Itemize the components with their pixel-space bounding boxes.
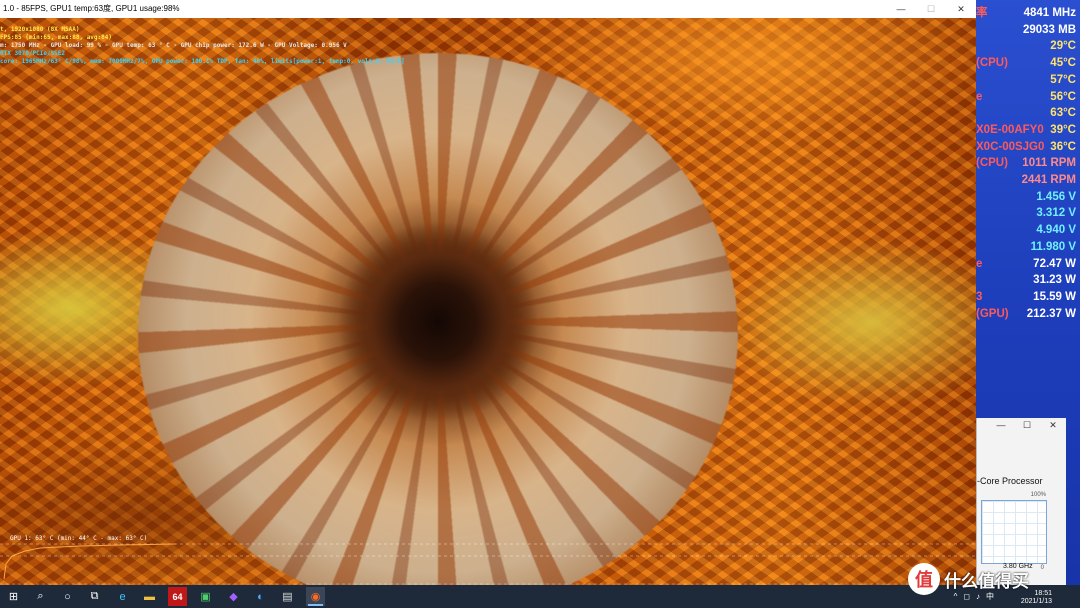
maximize-button[interactable]: ☐ <box>1014 420 1040 431</box>
hw-row-label: e <box>976 90 983 103</box>
hw-row-value: 2441 RPM <box>1021 174 1076 186</box>
hw-row-value: 72.47 W <box>1033 257 1076 270</box>
hw-row: e 72.47 W <box>976 256 1080 273</box>
fur-donut-render <box>138 53 738 585</box>
hw-row: 63°C <box>976 105 1080 122</box>
hw-row: (GPU) 212.37 W <box>976 306 1080 323</box>
hw-row-label: X0C-00SJG0 <box>976 140 1045 153</box>
graph-max-label: 100% <box>1030 492 1046 498</box>
hw-row-label: X0E-00AFY0 <box>976 123 1044 136</box>
hw-row: 2441 RPM <box>976 172 1080 189</box>
hw-row: 31.23 W <box>976 272 1080 289</box>
app-icon[interactable]: ◆ <box>224 587 243 606</box>
hw-row-value: 29°C <box>1050 40 1076 53</box>
graph-min-label: 0 <box>1040 565 1044 571</box>
processor-title: -Core Processor <box>977 476 1043 486</box>
hw-row: 29033 MB <box>976 22 1080 39</box>
hw-row-value: 39°C <box>1050 123 1076 136</box>
hw-row: (CPU) 1011 RPM <box>976 155 1080 172</box>
hw-row-value: 212.37 W <box>1026 307 1076 320</box>
hw-row-label: (CPU) <box>976 57 1008 70</box>
hw-row-value: 1.456 V <box>1036 190 1076 203</box>
hw-row-label: (GPU) <box>976 307 1009 320</box>
hw-row-value: 36°C <box>1050 140 1076 153</box>
start-button[interactable]: ⊞ <box>4 587 23 606</box>
file-explorer-icon[interactable]: ▬ <box>140 587 159 606</box>
benchmark-overlay: t, 1920x1080 (8X MSAA) FPS:85 (min:65, m… <box>0 26 405 66</box>
hw-row-value: 57°C <box>1050 73 1076 86</box>
hw-row: 4.940 V <box>976 222 1080 239</box>
watermark: 值 什么值得买 <box>908 563 1029 595</box>
hw-row-value: 45°C <box>1050 57 1076 70</box>
task-view-icon[interactable]: ⧉ <box>85 587 104 606</box>
hw-row-value: 31.23 W <box>1033 274 1076 287</box>
clock-date: 2021/1/13 <box>1020 598 1052 605</box>
hw-row-value: 1011 RPM <box>1022 157 1076 170</box>
gpu-graph-label: GPU 1: 63° C (min: 44° C - max: 63° C) <box>10 535 148 542</box>
hw-row-value: 11.980 V <box>1030 240 1076 253</box>
close-button[interactable]: ✕ <box>1040 420 1066 431</box>
window-titlebar[interactable]: 1.0 - 85FPS, GPU1 temp:63度, GPU1 usage:9… <box>0 0 976 18</box>
hw-row: 3 15.59 W <box>976 289 1080 306</box>
hw-row-value: 3.312 V <box>1036 207 1076 220</box>
hw-row-value: 29033 MB <box>1022 23 1076 36</box>
cortana-icon[interactable]: ○ <box>58 587 77 606</box>
overlay-resolution: t, 1920x1080 (8X MSAA) <box>0 26 80 33</box>
app-icon[interactable]: ▤ <box>278 587 297 606</box>
close-button[interactable]: ✕ <box>946 0 976 18</box>
window-title: 1.0 - 85FPS, GPU1 temp:63度, GPU1 usage:9… <box>3 4 180 13</box>
cpu-usage-graph <box>981 500 1047 564</box>
aida64-icon[interactable]: 64 <box>168 587 187 606</box>
hw-row: 率 4841 MHz <box>976 5 1080 22</box>
hw-row-value: 63°C <box>1050 107 1076 120</box>
overlay-gpu-stats: m: 1750 MHz - GPU load: 99 % - GPU temp:… <box>0 42 347 49</box>
benchmark-window[interactable]: 1.0 - 85FPS, GPU1 temp:63度, GPU1 usage:9… <box>0 0 976 585</box>
app-icon[interactable]: ◐ <box>251 587 270 606</box>
hw-row-label: 率 <box>976 7 988 19</box>
minimize-button[interactable]: — <box>886 0 916 18</box>
hw-row-value: 56°C <box>1050 90 1076 103</box>
search-icon[interactable]: ⌕ <box>31 587 50 606</box>
hw-row: 11.980 V <box>976 239 1080 256</box>
hw-row-value: 4.940 V <box>1036 224 1076 237</box>
hw-row: (CPU) 45°C <box>976 55 1080 72</box>
hw-row: 29°C <box>976 38 1080 55</box>
gpu-temp-line <box>3 543 177 580</box>
hw-row-value: 4841 MHz <box>1023 7 1076 19</box>
hw-row: 1.456 V <box>976 189 1080 206</box>
minimize-button[interactable]: — <box>988 420 1014 431</box>
edge-icon[interactable]: e <box>113 587 132 606</box>
cpu-monitor-window[interactable]: — ☐ ✕ -Core Processor 100% 3.80 GHz 0 <box>976 418 1066 585</box>
pattern-wave <box>720 238 976 408</box>
watermark-logo: 值 <box>908 563 940 595</box>
maximize-button[interactable]: ☐ <box>916 0 946 18</box>
watermark-text: 什么值得买 <box>944 571 1029 592</box>
hw-row: e 56°C <box>976 89 1080 106</box>
hardware-monitor-panel: 率 4841 MHz 29033 MB 29°C (CPU) 45°C 57°C e 56°C 6… <box>976 0 1080 330</box>
hw-row-value: 15.59 W <box>1033 290 1076 303</box>
furmark-icon[interactable]: ◉ <box>306 587 325 606</box>
render-viewport <box>0 18 976 585</box>
app-icon[interactable]: ▣ <box>196 587 215 606</box>
overlay-fps: FPS:85 (min:65, max:88, avg:84) <box>0 34 112 41</box>
hw-row-label: (CPU) <box>976 157 1008 170</box>
hw-row: X0E-00AFY0 39°C <box>976 122 1080 139</box>
hw-row: X0C-00SJG0 36°C <box>976 139 1080 156</box>
hw-row: 3.312 V <box>976 205 1080 222</box>
overlay-renderer: RTX 3070/PCIe/SSE2 <box>0 50 66 57</box>
hw-row: 57°C <box>976 72 1080 89</box>
hw-row-label: 3 <box>976 290 983 303</box>
overlay-gpu-details: core: 1965MHz/63° C/98%, mem: 7000MHz/7%… <box>0 58 405 65</box>
hw-row-label: e <box>976 257 983 270</box>
